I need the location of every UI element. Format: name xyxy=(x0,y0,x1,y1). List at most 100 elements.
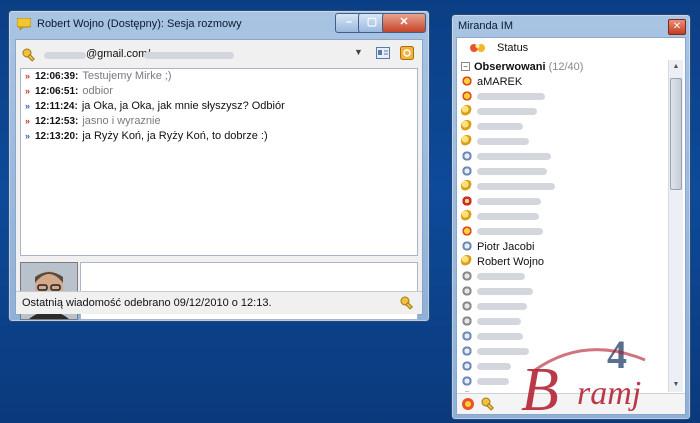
incoming-arrow-icon: » xyxy=(25,71,31,81)
online-status-icon xyxy=(461,90,473,102)
scroll-up-icon[interactable]: ▲ xyxy=(669,60,683,74)
key-icon[interactable] xyxy=(400,296,414,313)
na-status-icon xyxy=(461,150,473,162)
offline-status-icon xyxy=(461,390,473,392)
message-log[interactable]: » 12:06:39: Testujemy Mirke ;) » 12:06:51: od… xyxy=(20,68,418,256)
message-time: 12:12:53: xyxy=(35,116,79,127)
redacted-contact-name xyxy=(477,318,521,325)
group-count: (12/40) xyxy=(548,61,584,73)
close-button[interactable]: ✕ xyxy=(668,19,686,35)
close-button[interactable]: ✕ xyxy=(382,13,426,33)
outgoing-arrow-icon: » xyxy=(25,131,31,141)
message-text: Testujemy Mirke ;) xyxy=(82,70,172,82)
contact-item[interactable]: Robert Wojno xyxy=(461,255,667,270)
chat-titlebar[interactable]: Robert Wojno (Dostępny): Sesja rozmowy –… xyxy=(9,11,429,37)
main-menu-icon[interactable] xyxy=(461,397,475,414)
contact-item[interactable] xyxy=(461,90,667,105)
status-label: Status xyxy=(497,42,529,54)
watermark-logo: 4 B ramj xyxy=(515,330,700,423)
status-icon xyxy=(469,42,487,57)
offline-status-icon xyxy=(461,270,473,282)
redacted-contact-name xyxy=(477,168,547,175)
offline-status-icon xyxy=(461,315,473,327)
message-time: 12:13:20: xyxy=(35,131,79,142)
message-text: jasno i wyraznie xyxy=(82,115,161,127)
contact-item[interactable] xyxy=(461,165,667,180)
online-status-icon xyxy=(461,75,473,87)
away-status-icon xyxy=(461,105,473,117)
contact-name: Piotr Jacobi xyxy=(477,241,535,253)
message-row: » 12:13:20: ja Ryży Koń, ja Ryży Koń, to d… xyxy=(21,129,417,144)
status-selector[interactable]: Status xyxy=(457,38,685,58)
redacted-contact-name xyxy=(477,213,539,220)
contact-item[interactable] xyxy=(461,135,667,150)
message-text: odbior xyxy=(82,85,113,97)
contact-email: @gmail.com/ xyxy=(86,48,151,60)
na-status-icon xyxy=(461,330,473,342)
message-time: 12:11:24: xyxy=(35,101,78,112)
redacted-contact-name xyxy=(477,93,545,100)
scroll-thumb[interactable] xyxy=(670,78,682,190)
na-status-icon xyxy=(461,240,473,252)
message-row: » 12:12:53: jasno i wyraznie xyxy=(21,114,417,129)
last-message-status: Ostatnią wiadomość odebrano 09/12/2010 o… xyxy=(22,297,272,309)
contact-header: @gmail.com/ ▼ xyxy=(20,44,418,66)
offline-status-icon xyxy=(461,285,473,297)
redacted-contact-name xyxy=(477,303,527,310)
contact-item[interactable] xyxy=(461,315,667,330)
na-status-icon xyxy=(461,165,473,177)
message-time: 12:06:51: xyxy=(35,86,79,97)
redacted-contact-name xyxy=(477,378,509,385)
redacted-contact-name xyxy=(477,228,543,235)
key-icon[interactable] xyxy=(481,397,495,414)
contact-item[interactable]: Piotr Jacobi xyxy=(461,240,667,255)
contact-details-icon[interactable] xyxy=(376,47,390,62)
na-status-icon xyxy=(461,375,473,387)
contact-item[interactable] xyxy=(461,225,667,240)
outgoing-arrow-icon: » xyxy=(25,101,31,111)
contact-item[interactable]: aMAREK xyxy=(461,75,667,90)
message-row: » 12:11:24: ja Oka, ja Oka, jak mnie słysz… xyxy=(21,99,417,114)
contact-item[interactable] xyxy=(461,150,667,165)
message-icon xyxy=(16,17,32,32)
contact-name: aMAREK xyxy=(477,76,523,88)
contact-item[interactable] xyxy=(461,105,667,120)
chevron-down-icon[interactable]: ▼ xyxy=(354,47,363,57)
group-header[interactable]: − Obserwowani (12/40) xyxy=(461,60,667,75)
redacted-contact-name xyxy=(477,108,537,115)
message-text: ja Oka, ja Oka, jak mnie słyszysz? Odbió… xyxy=(81,100,285,112)
redacted-contact-name xyxy=(477,288,533,295)
message-row: » 12:06:51: odbior xyxy=(21,84,417,99)
redacted-contact-name xyxy=(477,153,551,160)
away-status-icon xyxy=(461,210,473,222)
message-text: ja Ryży Koń, ja Ryży Koń, to dobrze :) xyxy=(82,130,268,142)
redacted-resource xyxy=(144,52,234,59)
contact-item[interactable] xyxy=(461,120,667,135)
contact-item[interactable] xyxy=(461,300,667,315)
redacted-contact-name xyxy=(477,123,523,130)
status-bar: Ostatnią wiadomość odebrano 09/12/2010 o… xyxy=(16,291,422,314)
collapse-icon[interactable]: − xyxy=(461,62,470,71)
redacted-contact-name xyxy=(477,273,525,280)
contact-name: Robert Wojno xyxy=(477,256,545,268)
contact-item[interactable] xyxy=(461,180,667,195)
incoming-arrow-icon: » xyxy=(25,86,31,96)
redacted-contact-name xyxy=(477,138,529,145)
online-status-icon xyxy=(461,225,473,237)
na-status-icon xyxy=(461,360,473,372)
dnd-status-icon xyxy=(461,195,473,207)
away-status-icon xyxy=(461,135,473,147)
contact-item[interactable] xyxy=(461,195,667,210)
na-status-icon xyxy=(461,345,473,357)
contact-item[interactable] xyxy=(461,270,667,285)
svg-text:ramj: ramj xyxy=(577,375,641,412)
chat-title: Robert Wojno (Dostępny): Sesja rozmowy xyxy=(37,18,242,30)
redacted-username xyxy=(44,52,86,59)
away-status-icon xyxy=(461,120,473,132)
message-row: » 12:06:39: Testujemy Mirke ;) xyxy=(21,69,417,84)
history-icon[interactable] xyxy=(400,46,414,63)
contact-item[interactable] xyxy=(461,210,667,225)
group-name: Obserwowani xyxy=(474,61,546,73)
contact-item[interactable] xyxy=(461,285,667,300)
message-time: 12:06:39: xyxy=(35,71,79,82)
